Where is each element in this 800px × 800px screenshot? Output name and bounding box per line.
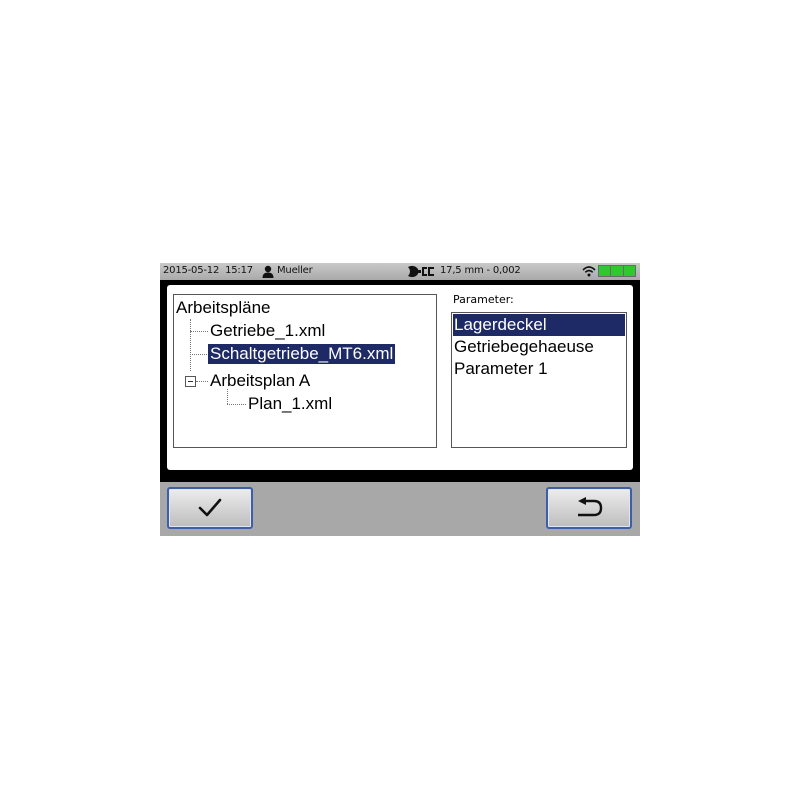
battery-cell bbox=[623, 266, 635, 276]
measuring-tool-icon bbox=[408, 265, 434, 278]
status-bar: 2015-05-12 15:17 Mueller 17,5 mm - 0,002 bbox=[160, 263, 640, 280]
return-arrow-icon bbox=[578, 497, 603, 517]
tree-connector bbox=[227, 404, 246, 405]
tree-connector bbox=[190, 331, 208, 332]
battery-cell bbox=[611, 266, 623, 276]
tree-item-getriebe-1[interactable]: Getriebe_1.xml bbox=[210, 321, 325, 341]
tree-connector bbox=[227, 389, 228, 404]
parameter-item-parameter-1[interactable]: Parameter 1 bbox=[453, 358, 625, 380]
parameter-list: Lagerdeckel Getriebegehaeuse Parameter 1 bbox=[451, 312, 627, 448]
tree-connector bbox=[196, 381, 208, 382]
tree-item-plan-1[interactable]: Plan_1.xml bbox=[248, 394, 332, 414]
tree-connector bbox=[190, 354, 207, 355]
wifi-icon bbox=[582, 266, 596, 277]
battery-cell bbox=[599, 266, 611, 276]
status-user-name: Mueller bbox=[277, 265, 313, 276]
tree-root-arbeitsplaene[interactable]: Arbeitspläne bbox=[176, 298, 271, 318]
confirm-button[interactable] bbox=[167, 487, 253, 529]
tree-connector bbox=[190, 319, 191, 371]
checkmark-icon bbox=[198, 498, 222, 517]
tree-item-arbeitsplan-a[interactable]: Arbeitsplan A bbox=[210, 371, 310, 391]
content-panel: Arbeitspläne Getriebe_1.xml Schaltgetrie… bbox=[167, 285, 633, 470]
parameter-heading: Parameter: bbox=[453, 293, 514, 306]
parameter-item-lagerdeckel[interactable]: Lagerdeckel bbox=[453, 314, 625, 336]
tree-item-schaltgetriebe-mt6[interactable]: Schaltgetriebe_MT6.xml bbox=[208, 344, 396, 364]
user-icon bbox=[262, 265, 274, 278]
device-screen: 2015-05-12 15:17 Mueller 17,5 mm - 0,002 bbox=[160, 263, 640, 536]
parameter-item-getriebegehaeuse[interactable]: Getriebegehaeuse bbox=[453, 336, 625, 358]
back-button[interactable] bbox=[546, 487, 632, 529]
status-measurement: 17,5 mm - 0,002 bbox=[440, 265, 521, 276]
plan-tree: Arbeitspläne Getriebe_1.xml Schaltgetrie… bbox=[173, 294, 437, 448]
battery-indicator bbox=[598, 265, 636, 277]
collapse-toggle-icon[interactable] bbox=[185, 376, 196, 387]
status-datetime: 2015-05-12 15:17 bbox=[163, 265, 253, 276]
button-bar bbox=[160, 482, 640, 536]
